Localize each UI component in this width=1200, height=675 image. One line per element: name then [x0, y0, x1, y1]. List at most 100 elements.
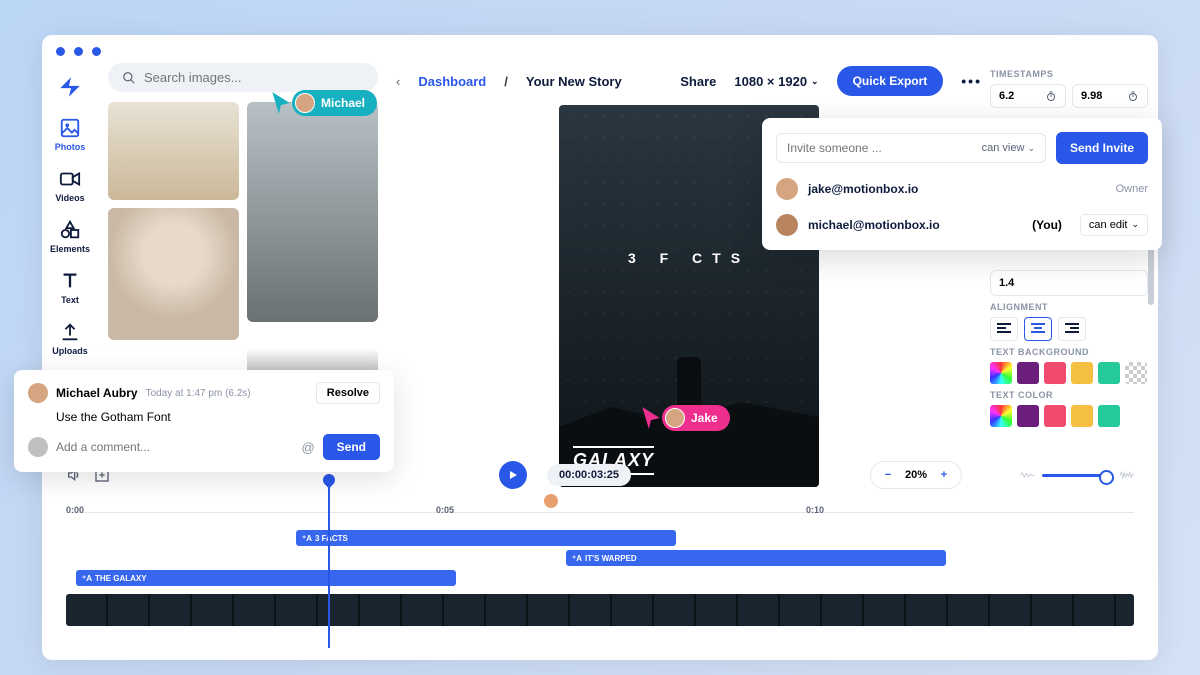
invite-email-input[interactable]: [787, 141, 982, 155]
color-swatch[interactable]: [1017, 405, 1039, 427]
align-left-button[interactable]: [990, 317, 1018, 341]
align-right-button[interactable]: [1058, 317, 1086, 341]
you-indicator: (You): [1032, 218, 1062, 232]
sidebar-item-label: Text: [61, 295, 79, 305]
color-picker-button[interactable]: [990, 362, 1012, 384]
collaborator-cursor-jake: Jake: [640, 405, 730, 431]
color-swatch[interactable]: [1044, 405, 1066, 427]
color-picker-button[interactable]: [990, 405, 1012, 427]
share-member-row: michael@motionbox.io (You) can edit ⌄: [776, 214, 1148, 236]
preview-text-1: 3 F CTS: [559, 250, 819, 266]
member-permission-selector[interactable]: can edit ⌄: [1080, 214, 1148, 236]
invite-input-wrapper: can view ⌄: [776, 133, 1046, 163]
asset-thumbnail[interactable]: [108, 208, 239, 340]
ruler-tick: 0:05: [436, 505, 454, 515]
scrollbar[interactable]: [1148, 245, 1154, 305]
play-icon: [507, 469, 519, 481]
timestamp-start-input[interactable]: 6.2: [990, 84, 1066, 108]
timeline-clip[interactable]: ⁺A THE GALAXY: [76, 570, 456, 586]
comment-author: Michael Aubry: [56, 386, 138, 400]
sidebar-item-text[interactable]: Text: [45, 264, 95, 311]
timeline-zoom-slider[interactable]: [1042, 474, 1112, 477]
waveform-icon: [1120, 470, 1134, 480]
avatar: [28, 383, 48, 403]
member-email: jake@motionbox.io: [808, 182, 918, 196]
play-button[interactable]: [499, 461, 527, 489]
sidebar-item-videos[interactable]: Videos: [45, 162, 95, 209]
timeline: 00:00:03:25 0:00 0:05 0:10 ⁺A 3 FACTS ⁺A…: [66, 460, 1134, 648]
comment-reply-input[interactable]: [56, 440, 293, 454]
member-email: michael@motionbox.io: [808, 218, 940, 232]
invite-permission-selector[interactable]: can view ⌄: [982, 142, 1035, 154]
asset-thumbnail[interactable]: [247, 102, 378, 322]
playhead[interactable]: [328, 482, 330, 648]
timeline-clip[interactable]: ⁺A 3 FACTS: [296, 530, 676, 546]
sidebar-item-uploads[interactable]: Uploads: [45, 315, 95, 362]
search-input[interactable]: [108, 63, 378, 92]
text-background-colors: [990, 362, 1148, 384]
collaborator-marker: [542, 492, 560, 510]
comment-popover: Michael Aubry Today at 1:47 pm (6.2s) Re…: [14, 370, 394, 472]
color-swatch[interactable]: [1098, 405, 1120, 427]
resolve-button[interactable]: Resolve: [316, 382, 380, 404]
color-swatch[interactable]: [1098, 362, 1120, 384]
more-menu[interactable]: •••: [961, 73, 982, 89]
text-background-label: TEXT BACKGROUND: [990, 347, 1148, 357]
project-title[interactable]: Your New Story: [526, 74, 622, 89]
member-role: Owner: [1116, 183, 1148, 195]
asset-thumbnail[interactable]: [108, 102, 239, 200]
align-right-icon: [1065, 323, 1079, 335]
ruler-tick: 0:00: [66, 505, 84, 515]
timeline-ruler[interactable]: 0:00 0:05 0:10: [66, 512, 1134, 530]
quick-export-button[interactable]: Quick Export: [837, 66, 944, 96]
text-icon: [59, 270, 81, 292]
share-popover: can view ⌄ Send Invite jake@motionbox.io…: [762, 118, 1162, 250]
timeline-tracks: ⁺A 3 FACTS ⁺A IT'S WARPED ⁺A THE GALAXY: [66, 530, 1134, 590]
video-icon: [59, 168, 81, 190]
color-swatch[interactable]: [1017, 362, 1039, 384]
sidebar-item-label: Uploads: [52, 346, 88, 356]
dimensions-selector[interactable]: 1080 × 1920⌄: [734, 74, 818, 89]
sidebar-item-elements[interactable]: Elements: [45, 213, 95, 260]
avatar: [776, 214, 798, 236]
upload-icon: [59, 321, 81, 343]
ruler-tick: 0:10: [806, 505, 824, 515]
stopwatch-icon: [1127, 90, 1139, 102]
send-invite-button[interactable]: Send Invite: [1056, 132, 1148, 164]
color-swatch[interactable]: [1071, 405, 1093, 427]
avatar: [776, 178, 798, 200]
share-button[interactable]: Share: [680, 74, 716, 89]
alignment-label: ALIGNMENT: [990, 302, 1148, 312]
timeline-clip[interactable]: ⁺A IT'S WARPED: [566, 550, 946, 566]
share-member-row: jake@motionbox.io Owner: [776, 178, 1148, 200]
text-colors: [990, 405, 1148, 427]
avatar: [28, 437, 48, 457]
color-swatch[interactable]: [1071, 362, 1093, 384]
stopwatch-icon: [1045, 90, 1057, 102]
window-controls: [56, 47, 101, 56]
color-transparent[interactable]: [1125, 362, 1147, 384]
timestamps-label: TIMESTAMPS: [990, 69, 1148, 79]
text-color-label: TEXT COLOR: [990, 390, 1148, 400]
sidebar-item-photos[interactable]: Photos: [45, 111, 95, 158]
app-logo: [50, 67, 90, 107]
align-center-icon: [1031, 323, 1045, 335]
color-swatch[interactable]: [1044, 362, 1066, 384]
collaborator-cursor-michael: Michael: [270, 90, 377, 116]
timestamp-end-input[interactable]: 9.98: [1072, 84, 1148, 108]
timeline-filmstrip[interactable]: [66, 594, 1134, 626]
breadcrumb-dashboard[interactable]: Dashboard: [418, 74, 486, 89]
comment-meta: Today at 1:47 pm (6.2s): [146, 388, 251, 399]
send-comment-button[interactable]: Send: [323, 434, 380, 460]
waveform-icon: [1020, 470, 1034, 480]
shapes-icon: [59, 219, 81, 241]
image-icon: [59, 117, 81, 139]
sidebar-item-label: Elements: [50, 244, 90, 254]
align-left-icon: [997, 323, 1011, 335]
sidebar-item-label: Photos: [55, 142, 86, 152]
search-icon: [122, 71, 136, 85]
timecode-display: 00:00:03:25: [547, 464, 631, 486]
align-center-button[interactable]: [1024, 317, 1052, 341]
mention-button[interactable]: @: [301, 440, 314, 455]
line-height-input[interactable]: 1.4: [990, 270, 1148, 296]
